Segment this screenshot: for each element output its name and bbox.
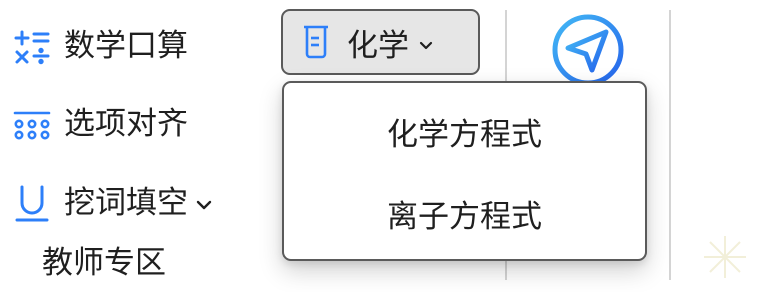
teacher-zone-label: 教师专区 (42, 245, 166, 281)
underline-u-icon (10, 181, 54, 225)
chevron-down-icon (419, 32, 433, 56)
sidebar-item-label: 挖词填空 (64, 184, 188, 221)
sidebar-item-fill-blank[interactable]: 挖词填空 (10, 181, 212, 225)
subject-select-button[interactable]: 化学 (281, 9, 480, 75)
menu-item-ionic-equation[interactable]: 离子方程式 (284, 171, 645, 255)
chevron-down-icon (196, 194, 212, 216)
sidebar-item-label: 数学口算 (64, 27, 188, 64)
calculator-symbols-icon (10, 24, 54, 68)
subject-dropdown-menu: 化学方程式 离子方程式 (282, 81, 647, 261)
sidebar-item-math-calc[interactable]: 数学口算 (10, 24, 188, 68)
sidebar-item-option-align[interactable]: 选项对齐 (10, 102, 188, 146)
sparkle-icon (704, 236, 746, 278)
divider (669, 10, 671, 280)
dot-grid-icon (10, 102, 54, 146)
subject-select-label: 化学 (347, 27, 409, 64)
send-plane-icon (552, 14, 624, 86)
menu-item-chemical-equation[interactable]: 化学方程式 (284, 89, 645, 173)
beaker-icon (299, 22, 333, 62)
send-button[interactable] (548, 10, 628, 90)
sidebar-item-label: 选项对齐 (64, 105, 188, 142)
